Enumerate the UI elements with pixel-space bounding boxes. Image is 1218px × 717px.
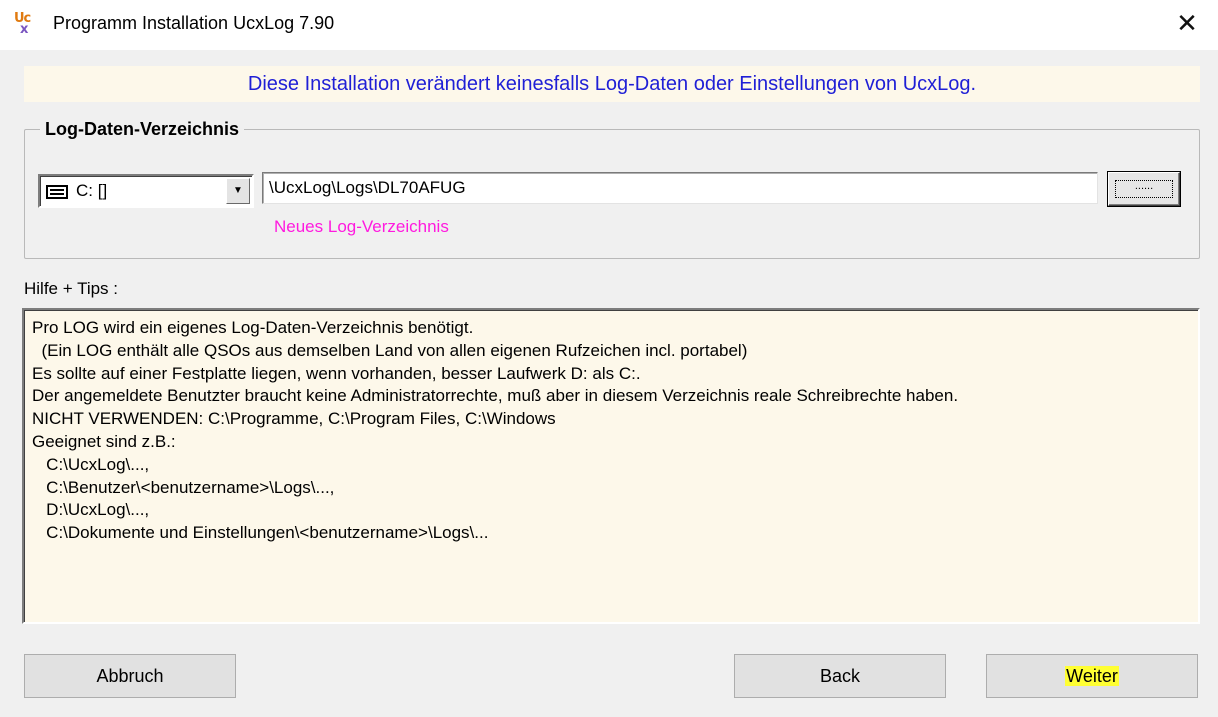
help-line: C:\Dokumente und Einstellungen\<benutzer… [32,523,489,543]
new-log-dir-status: Neues Log-Verzeichnis [274,217,449,236]
help-line: C:\Benutzer\<benutzername>\Logs\..., [32,477,335,497]
help-line: (Ein LOG enthält alle QSOs aus demselben… [32,340,748,360]
drive-select-value: C: [] [76,181,108,200]
close-button[interactable]: ✕ [1156,0,1218,50]
help-line: C:\UcxLog\..., [32,454,150,474]
window-title: Programm Installation UcxLog 7.90 [53,13,335,33]
help-label: Hilfe + Tips : [24,279,119,298]
browse-button-label: ...... [1115,180,1173,198]
ucxlog-app-icon: Uc x [14,11,31,37]
back-button[interactable]: Back [734,654,946,698]
drive-select[interactable]: C: [] ▼ [38,174,254,208]
browse-button[interactable]: ...... [1108,172,1180,206]
help-line: Pro LOG wird ein eigenes Log-Daten-Verze… [32,318,474,337]
cancel-button[interactable]: Abbruch [24,654,236,698]
help-textbox[interactable]: Pro LOG wird ein eigenes Log-Daten-Verze… [22,308,1200,624]
help-line: NICHT VERWENDEN: C:\Programme, C:\Progra… [32,409,556,429]
log-path-input[interactable] [262,172,1098,204]
title-bar: Uc x Programm Installation UcxLog 7.90 ✕ [0,0,1218,50]
next-button[interactable]: Weiter [986,654,1198,698]
help-line: Geeignet sind z.B.: [32,431,176,451]
help-line: Es sollte auf einer Festplatte liegen, w… [32,363,641,383]
info-banner: Diese Installation verändert keinesfalls… [24,66,1200,102]
drive-icon [46,185,68,199]
help-line: D:\UcxLog\..., [32,500,150,520]
next-button-label: Weiter [1065,666,1119,686]
log-dir-group-legend: Log-Daten-Verzeichnis [40,119,245,140]
help-line: Der angemeldete Benutzter braucht keine … [32,386,959,406]
chevron-down-icon[interactable]: ▼ [226,178,250,204]
